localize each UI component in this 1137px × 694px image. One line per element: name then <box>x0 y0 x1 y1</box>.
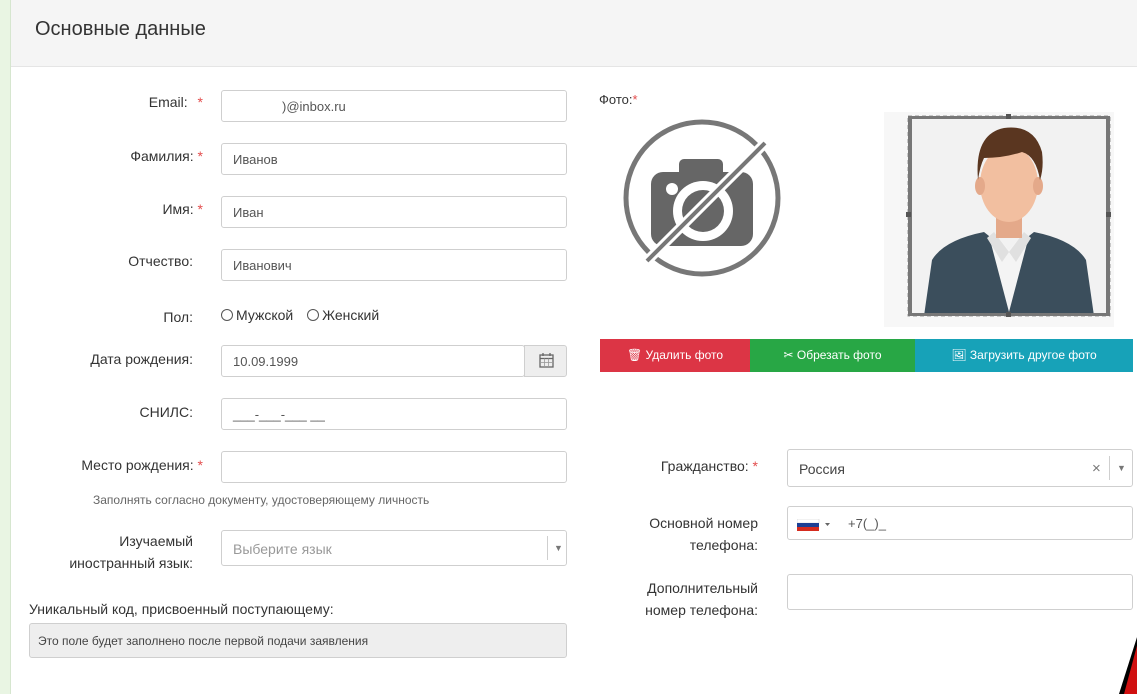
russia-flag-icon <box>796 518 830 531</box>
language-placeholder: Выберите язык <box>233 541 332 557</box>
upload-photo-button[interactable]: 🖼 Загрузить другое фото <box>915 339 1133 372</box>
upload-photo-label: Загрузить другое фото <box>969 348 1097 362</box>
crop-photo-label: Обрезать фото <box>796 348 882 362</box>
unique-code-label: Уникальный код, присвоенный поступающему… <box>29 601 334 617</box>
firstname-field[interactable]: Иван <box>221 196 567 228</box>
select-divider <box>1109 456 1110 480</box>
photo-crop-area[interactable] <box>884 112 1114 327</box>
panel-header: Основные данные <box>11 0 1137 67</box>
patronymic-field[interactable]: Иванович <box>221 249 567 281</box>
language-label-line1: Изучаемый <box>119 533 193 549</box>
calendar-button[interactable] <box>524 345 567 377</box>
birthplace-label-text: Место рождения: <box>81 457 194 473</box>
phone-main-label-line1: Основной номер <box>649 515 758 531</box>
phone-main-label: Основной номер телефона: <box>649 512 758 556</box>
radio-button[interactable] <box>307 309 320 321</box>
phone-extra-label-line2: номер телефона: <box>645 602 758 618</box>
delete-photo-label: Удалить фото <box>645 348 724 362</box>
close-icon[interactable]: × <box>1092 460 1101 477</box>
birthdate-label: Дата рождения: <box>90 351 193 367</box>
unique-code-field: Это поле будет заполнено после первой по… <box>29 623 567 658</box>
arrow-pointer-icon <box>1119 637 1137 694</box>
phone-main-value: +7(_)_ <box>848 516 886 531</box>
gender-male-label: Мужской <box>236 307 294 323</box>
required-mark: * <box>197 94 203 110</box>
required-mark: * <box>197 148 203 164</box>
required-mark: * <box>752 458 758 474</box>
scissors-icon: ✂ <box>783 348 794 362</box>
chevron-down-icon[interactable]: ▼ <box>1117 463 1126 473</box>
radio-button[interactable] <box>221 309 233 321</box>
main-data-panel: Основные данные Email: * )@inbox.ru Фами… <box>10 0 1137 694</box>
photo-label: Фото:* <box>599 92 638 107</box>
birthplace-label: Место рождения: * <box>81 455 203 475</box>
image-icon: 🖼 <box>951 348 967 362</box>
language-label-line2: иностранный язык: <box>69 555 193 571</box>
required-mark: * <box>197 201 203 217</box>
gender-female-option[interactable]: Женский <box>307 307 379 323</box>
citizenship-select[interactable]: Россия <box>787 449 1133 487</box>
citizenship-label: Гражданство: * <box>661 456 758 476</box>
trash-icon: 🗑 <box>626 348 643 362</box>
gender-group: Мужской Женский <box>221 305 379 325</box>
email-label: Email: * <box>149 92 203 112</box>
required-mark: * <box>632 92 638 107</box>
snils-field[interactable]: ___-___-___ __ <box>221 398 567 430</box>
country-flag-dropdown[interactable] <box>796 518 833 536</box>
photo-label-text: Фото: <box>599 92 633 107</box>
gender-male-option[interactable]: Мужской <box>221 307 293 323</box>
phone-extra-label: Дополнительный номер телефона: <box>645 577 758 621</box>
email-field[interactable]: )@inbox.ru <box>221 90 567 122</box>
delete-photo-button[interactable]: 🗑 Удалить фото <box>600 339 750 372</box>
no-photo-icon <box>623 119 781 277</box>
chevron-down-icon[interactable]: ▼ <box>554 543 563 553</box>
crop-photo-button[interactable]: ✂ Обрезать фото <box>750 339 915 372</box>
panel-title: Основные данные <box>35 18 206 40</box>
person-avatar-icon <box>906 114 1111 317</box>
phone-extra-label-line1: Дополнительный <box>647 580 758 596</box>
required-mark: * <box>197 457 203 473</box>
language-select[interactable]: Выберите язык <box>221 530 567 566</box>
email-label-text: Email: <box>148 94 188 110</box>
lastname-label: Фамилия: * <box>130 146 203 166</box>
citizenship-label-text: Гражданство: <box>660 458 749 474</box>
lastname-field[interactable]: Иванов <box>221 143 567 175</box>
patronymic-label: Отчество: <box>128 253 193 269</box>
calendar-icon <box>539 353 554 368</box>
gender-female-label: Женский <box>322 307 380 323</box>
firstname-label-text: Имя: <box>162 201 194 217</box>
language-label: Изучаемый иностранный язык: <box>69 530 193 574</box>
citizenship-value: Россия <box>799 461 845 477</box>
phone-main-field[interactable]: +7(_)_ <box>787 506 1133 540</box>
gender-label: Пол: <box>163 309 193 325</box>
birthdate-field[interactable]: 10.09.1999 <box>221 345 525 377</box>
phone-extra-field[interactable] <box>787 574 1133 610</box>
birthplace-field[interactable] <box>221 451 567 483</box>
snils-label: СНИЛС: <box>139 404 193 420</box>
select-divider <box>547 536 548 560</box>
firstname-label: Имя: * <box>162 199 203 219</box>
phone-main-label-line2: телефона: <box>689 537 758 553</box>
lastname-label-text: Фамилия: <box>130 148 194 164</box>
birthplace-hint: Заполнять согласно документу, удостоверя… <box>93 493 430 507</box>
